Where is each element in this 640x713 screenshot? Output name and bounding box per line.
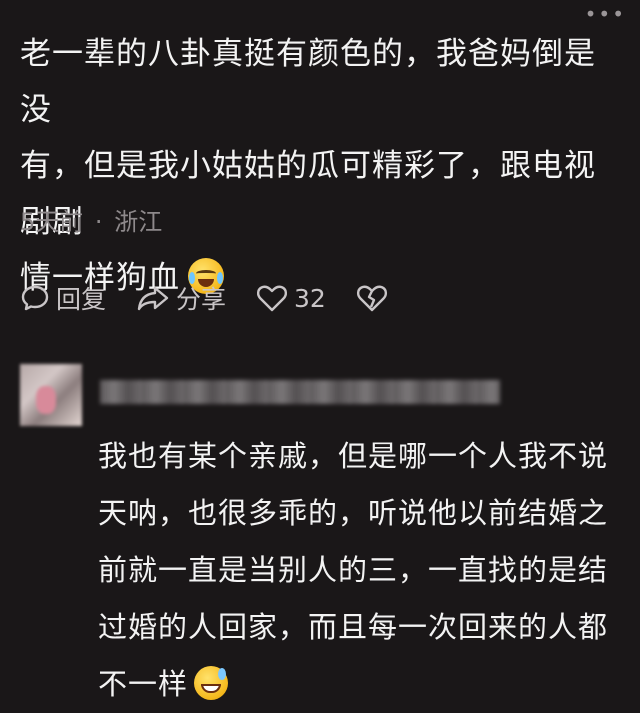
username-blurred[interactable] <box>100 380 500 404</box>
reply-icon <box>21 285 49 311</box>
share-button[interactable]: 分享 <box>136 280 226 316</box>
broken-heart-icon <box>356 285 387 312</box>
comment-location: 浙江 <box>114 208 163 236</box>
more-options-icon[interactable]: ••• <box>585 2 626 26</box>
share-icon <box>137 286 169 311</box>
avatar[interactable] <box>20 364 82 426</box>
dislike-button[interactable] <box>356 283 394 313</box>
reply-line: 不一样 <box>98 656 618 713</box>
like-button[interactable]: 32 <box>256 283 326 313</box>
reply-line: 前就一直是当别人的三，一直找的是结 <box>98 553 609 587</box>
reply-line-text: 不一样 <box>98 667 189 701</box>
reply-label: 回复 <box>56 285 107 314</box>
reply-button[interactable]: 回复 <box>20 280 106 316</box>
reply-line: 过婚的人回家，而且每一次回来的人都 <box>98 610 609 644</box>
heart-icon <box>257 285 288 312</box>
share-label: 分享 <box>176 285 227 314</box>
comment-meta: 5天前 · 浙江 <box>20 202 162 237</box>
like-count: 32 <box>294 283 326 313</box>
grinning-sweat-emoji-icon <box>194 666 229 700</box>
reply-text: 我也有某个亲戚，但是哪一个人我不说 天呐，也很多乖的，听说他以前结婚之 前就一直… <box>98 428 618 713</box>
reply-line: 天呐，也很多乖的，听说他以前结婚之 <box>98 496 609 530</box>
comment-text: 老一辈的八卦真挺有颜色的，我爸妈倒是没 有，但是我小姑姑的瓜可精彩了，跟电视剧剧… <box>20 26 620 306</box>
comment-line: 老一辈的八卦真挺有颜色的，我爸妈倒是没 <box>20 36 596 128</box>
reply-line: 我也有某个亲戚，但是哪一个人我不说 <box>98 439 609 473</box>
reply-comment: 我也有某个亲戚，但是哪一个人我不说 天呐，也很多乖的，听说他以前结婚之 前就一直… <box>20 360 620 710</box>
comment-actions: 回复 分享 32 <box>20 278 424 318</box>
comment-time: 5天前 <box>20 208 84 236</box>
meta-separator: · <box>94 208 103 236</box>
